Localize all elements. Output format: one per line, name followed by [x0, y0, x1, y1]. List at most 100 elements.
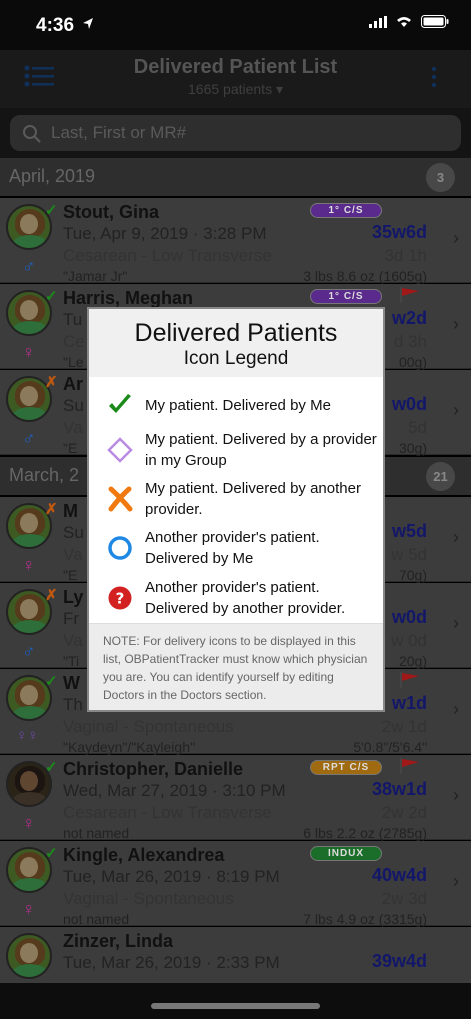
delivery-date: Tue, Mar 26, 2019 · 8:19 PM [63, 867, 280, 886]
time-since-delivery: 2w 3d [381, 889, 427, 908]
baby-weight: 20g) [398, 653, 427, 669]
patient-row[interactable]: ✓ ♀ Christopher, Danielle RPT C/S Wed, M… [0, 755, 471, 841]
patient-count-dropdown[interactable]: 1665 patients ▾ [0, 81, 471, 98]
search-icon [22, 124, 42, 149]
section-title: April, 2019 [9, 166, 96, 186]
x-icon [107, 486, 133, 517]
location-icon [82, 17, 94, 36]
nav-title: Delivered Patient List [133, 56, 338, 78]
male-icon: ♂ [22, 256, 36, 276]
check-icon: ✓ [45, 288, 58, 305]
x-icon: ✗ [45, 374, 58, 391]
baby-name: "E [63, 440, 78, 456]
battery-icon [421, 15, 449, 33]
status-bar: 4:36 [0, 0, 471, 50]
baby-name: not named [63, 911, 130, 927]
gestational-age: 35w6d [371, 222, 427, 242]
gestational-age: 38w1d [371, 779, 427, 799]
delivery-method: Cesarean - Low Transverse [63, 246, 272, 265]
female-icon: ♀ [22, 813, 36, 833]
gestational-age: w5d [391, 521, 427, 541]
delivery-date: Tue, Mar 26, 2019 · 2:33 PM [63, 953, 280, 972]
delivery-type-badge: RPT C/S [310, 760, 382, 775]
delivery-method: Vaginal - Spontaneous [63, 717, 234, 736]
legend-text: My patient. Delivered by a provider in m… [145, 431, 377, 469]
question-icon: ? [107, 585, 133, 616]
chevron-right-icon: › [453, 400, 459, 420]
section-title: March, 2 [9, 465, 80, 485]
gestational-age: 40w4d [371, 865, 427, 885]
chevron-right-icon: › [453, 314, 459, 334]
time-since-delivery: d 3h [393, 332, 427, 351]
navigation-bar: Delivered Patient List 1665 patients ▾ [0, 50, 471, 108]
male-icon: ♂ [22, 641, 36, 661]
x-icon: ✗ [45, 501, 58, 518]
legend-title: Delivered Patients [134, 319, 338, 347]
more-vertical-icon[interactable] [431, 66, 437, 93]
check-icon: ✓ [45, 673, 58, 690]
chevron-right-icon: › [453, 699, 459, 719]
gestational-age: w0d [391, 394, 427, 414]
male-icon: ♂ [22, 428, 36, 448]
legend-text: My patient. Delivered by Me [145, 397, 331, 414]
baby-weight: 70g) [398, 567, 427, 583]
flag-icon [399, 671, 421, 694]
delivery-method: Vaginal - Spontaneous [63, 889, 234, 908]
female-icon: ♀ [22, 899, 36, 919]
patient-name: Zinzer, Linda [63, 931, 174, 951]
gestational-age: w0d [391, 607, 427, 627]
baby-name: "Jamar Jr" [63, 268, 128, 284]
patient-name: Ly [63, 587, 84, 607]
signal-icon [369, 15, 387, 33]
check-icon: ✓ [45, 845, 58, 862]
icon-legend-popup[interactable]: Delivered Patients Icon Legend My patien… [87, 307, 385, 712]
delivery-date: Wed, Mar 27, 2019 · 3:10 PM [63, 781, 286, 800]
female-icon: ♀ [22, 342, 36, 362]
delivery-type-badge: 1° C/S [310, 203, 382, 218]
search-placeholder: Last, First or MR# [51, 123, 187, 142]
delivery-method: Cesarean - Low Transverse [63, 803, 272, 822]
legend-text: My patient. Delivered by another provide… [145, 480, 361, 518]
legend-text: Another provider's patient. Delivered by… [145, 579, 346, 617]
baby-weight: 7 lbs 4.9 oz (3315g) [303, 911, 427, 927]
home-indicator[interactable] [151, 1003, 320, 1009]
delivery-method: Ce [63, 332, 85, 351]
gestational-age: 39w4d [371, 951, 427, 971]
time-since-delivery: w 5d [391, 545, 427, 564]
delivery-date: Fr [63, 609, 80, 628]
delivery-date: Su [63, 396, 84, 415]
chevron-right-icon: › [453, 613, 459, 633]
delivery-date: Tu [63, 310, 83, 329]
baby-weight: 30g) [398, 440, 427, 456]
time-since-delivery: 5d [408, 418, 427, 437]
legend-header: Delivered Patients Icon Legend [89, 309, 383, 377]
patient-name: W [63, 673, 80, 693]
search-input[interactable]: Last, First or MR# [10, 115, 461, 151]
baby-name: not named [63, 825, 130, 841]
circle-icon [107, 535, 133, 566]
baby-name: "Le [63, 354, 84, 370]
baby-weight: 00g) [398, 354, 427, 370]
x-icon: ✗ [45, 587, 58, 604]
section-count-badge: 3 [426, 163, 455, 192]
delivery-method: Va [63, 631, 83, 650]
time-since-delivery: w 0d [391, 631, 427, 650]
gestational-age: w2d [391, 308, 427, 328]
baby-weight: 3 lbs 8.6 oz (1605g) [303, 268, 427, 284]
patient-name: Stout, Gina [63, 202, 159, 222]
baby-name: "Kaydeyn"/"Kayleigh" [63, 739, 195, 755]
legend-subtitle: Icon Legend [183, 348, 289, 369]
patient-row[interactable]: ✓ ♂ Stout, Gina 1° C/S Tue, Apr 9, 2019 … [0, 198, 471, 284]
delivery-date: Th [63, 695, 83, 714]
patient-name: Harris, Meghan [63, 288, 194, 308]
section-header-april: April, 2019 3 [0, 158, 471, 196]
delivery-date: Su [63, 523, 84, 542]
section-count-badge: 21 [426, 462, 455, 491]
patient-row[interactable]: ✓ ♀ Kingle, Alexandrea INDUX Tue, Mar 26… [0, 841, 471, 927]
patient-name: M [63, 501, 78, 521]
baby-weight: 6 lbs 2.2 oz (2785g) [303, 825, 427, 841]
flag-icon [399, 286, 421, 309]
svg-text:?: ? [116, 590, 125, 608]
wifi-icon [395, 15, 413, 33]
time-since-delivery: 2w 2d [381, 803, 427, 822]
